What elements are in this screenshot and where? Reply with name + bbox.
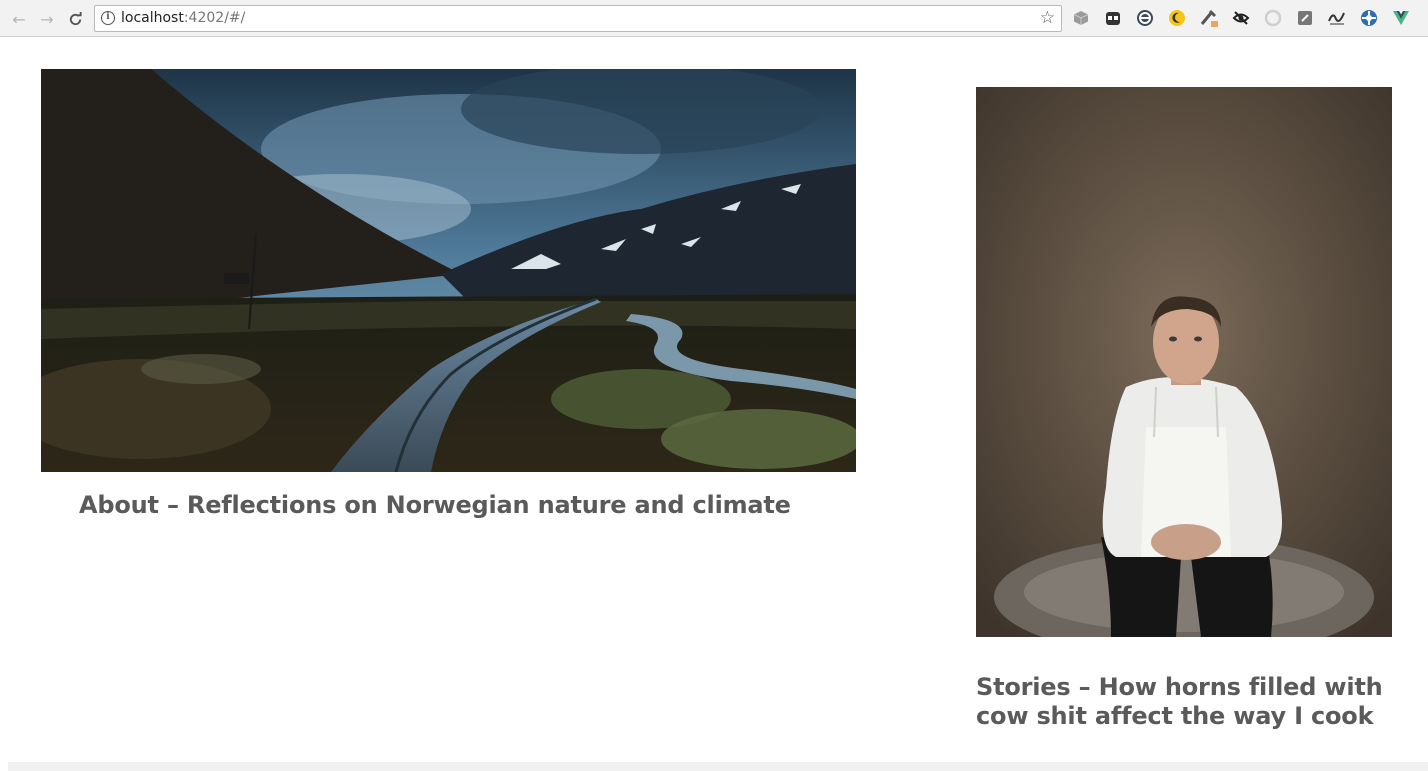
note-icon[interactable] [1294,7,1316,29]
chef-portrait-photo[interactable] [976,87,1392,637]
extensions-bar [1070,7,1412,29]
reload-icon [69,11,82,25]
vue-icon[interactable] [1390,7,1412,29]
page-footer-strip [8,762,1428,771]
forward-button[interactable]: → [35,7,59,31]
cube-icon[interactable] [1070,7,1092,29]
wheel-icon[interactable] [1358,7,1380,29]
reload-button[interactable] [63,7,87,31]
back-button[interactable]: ← [7,7,31,31]
about-card[interactable]: About – Reflections on Norwegian nature … [41,69,856,519]
ring-icon[interactable] [1262,7,1284,29]
url-text[interactable]: localhost:4202/#/ [121,10,245,26]
eyedropper-icon[interactable] [1198,7,1220,29]
eye-slash-icon[interactable] [1230,7,1252,29]
bot-icon[interactable] [1102,7,1124,29]
signature-icon[interactable] [1326,7,1348,29]
moon-icon[interactable] [1166,7,1188,29]
stories-title[interactable]: Stories – How horns filled with cow shit… [976,673,1392,731]
mountain-valley-road-photo[interactable] [41,69,856,472]
circle-e-icon[interactable] [1134,7,1156,29]
stories-card[interactable]: Stories – How horns filled with cow shit… [976,87,1392,730]
info-icon[interactable]: i [101,11,115,25]
browser-toolbar: ← → i localhost:4202/#/ ☆ [0,0,1428,37]
address-bar[interactable]: i localhost:4202/#/ ☆ [94,5,1062,32]
star-icon[interactable]: ☆ [1040,8,1055,28]
about-title[interactable]: About – Reflections on Norwegian nature … [79,491,839,519]
